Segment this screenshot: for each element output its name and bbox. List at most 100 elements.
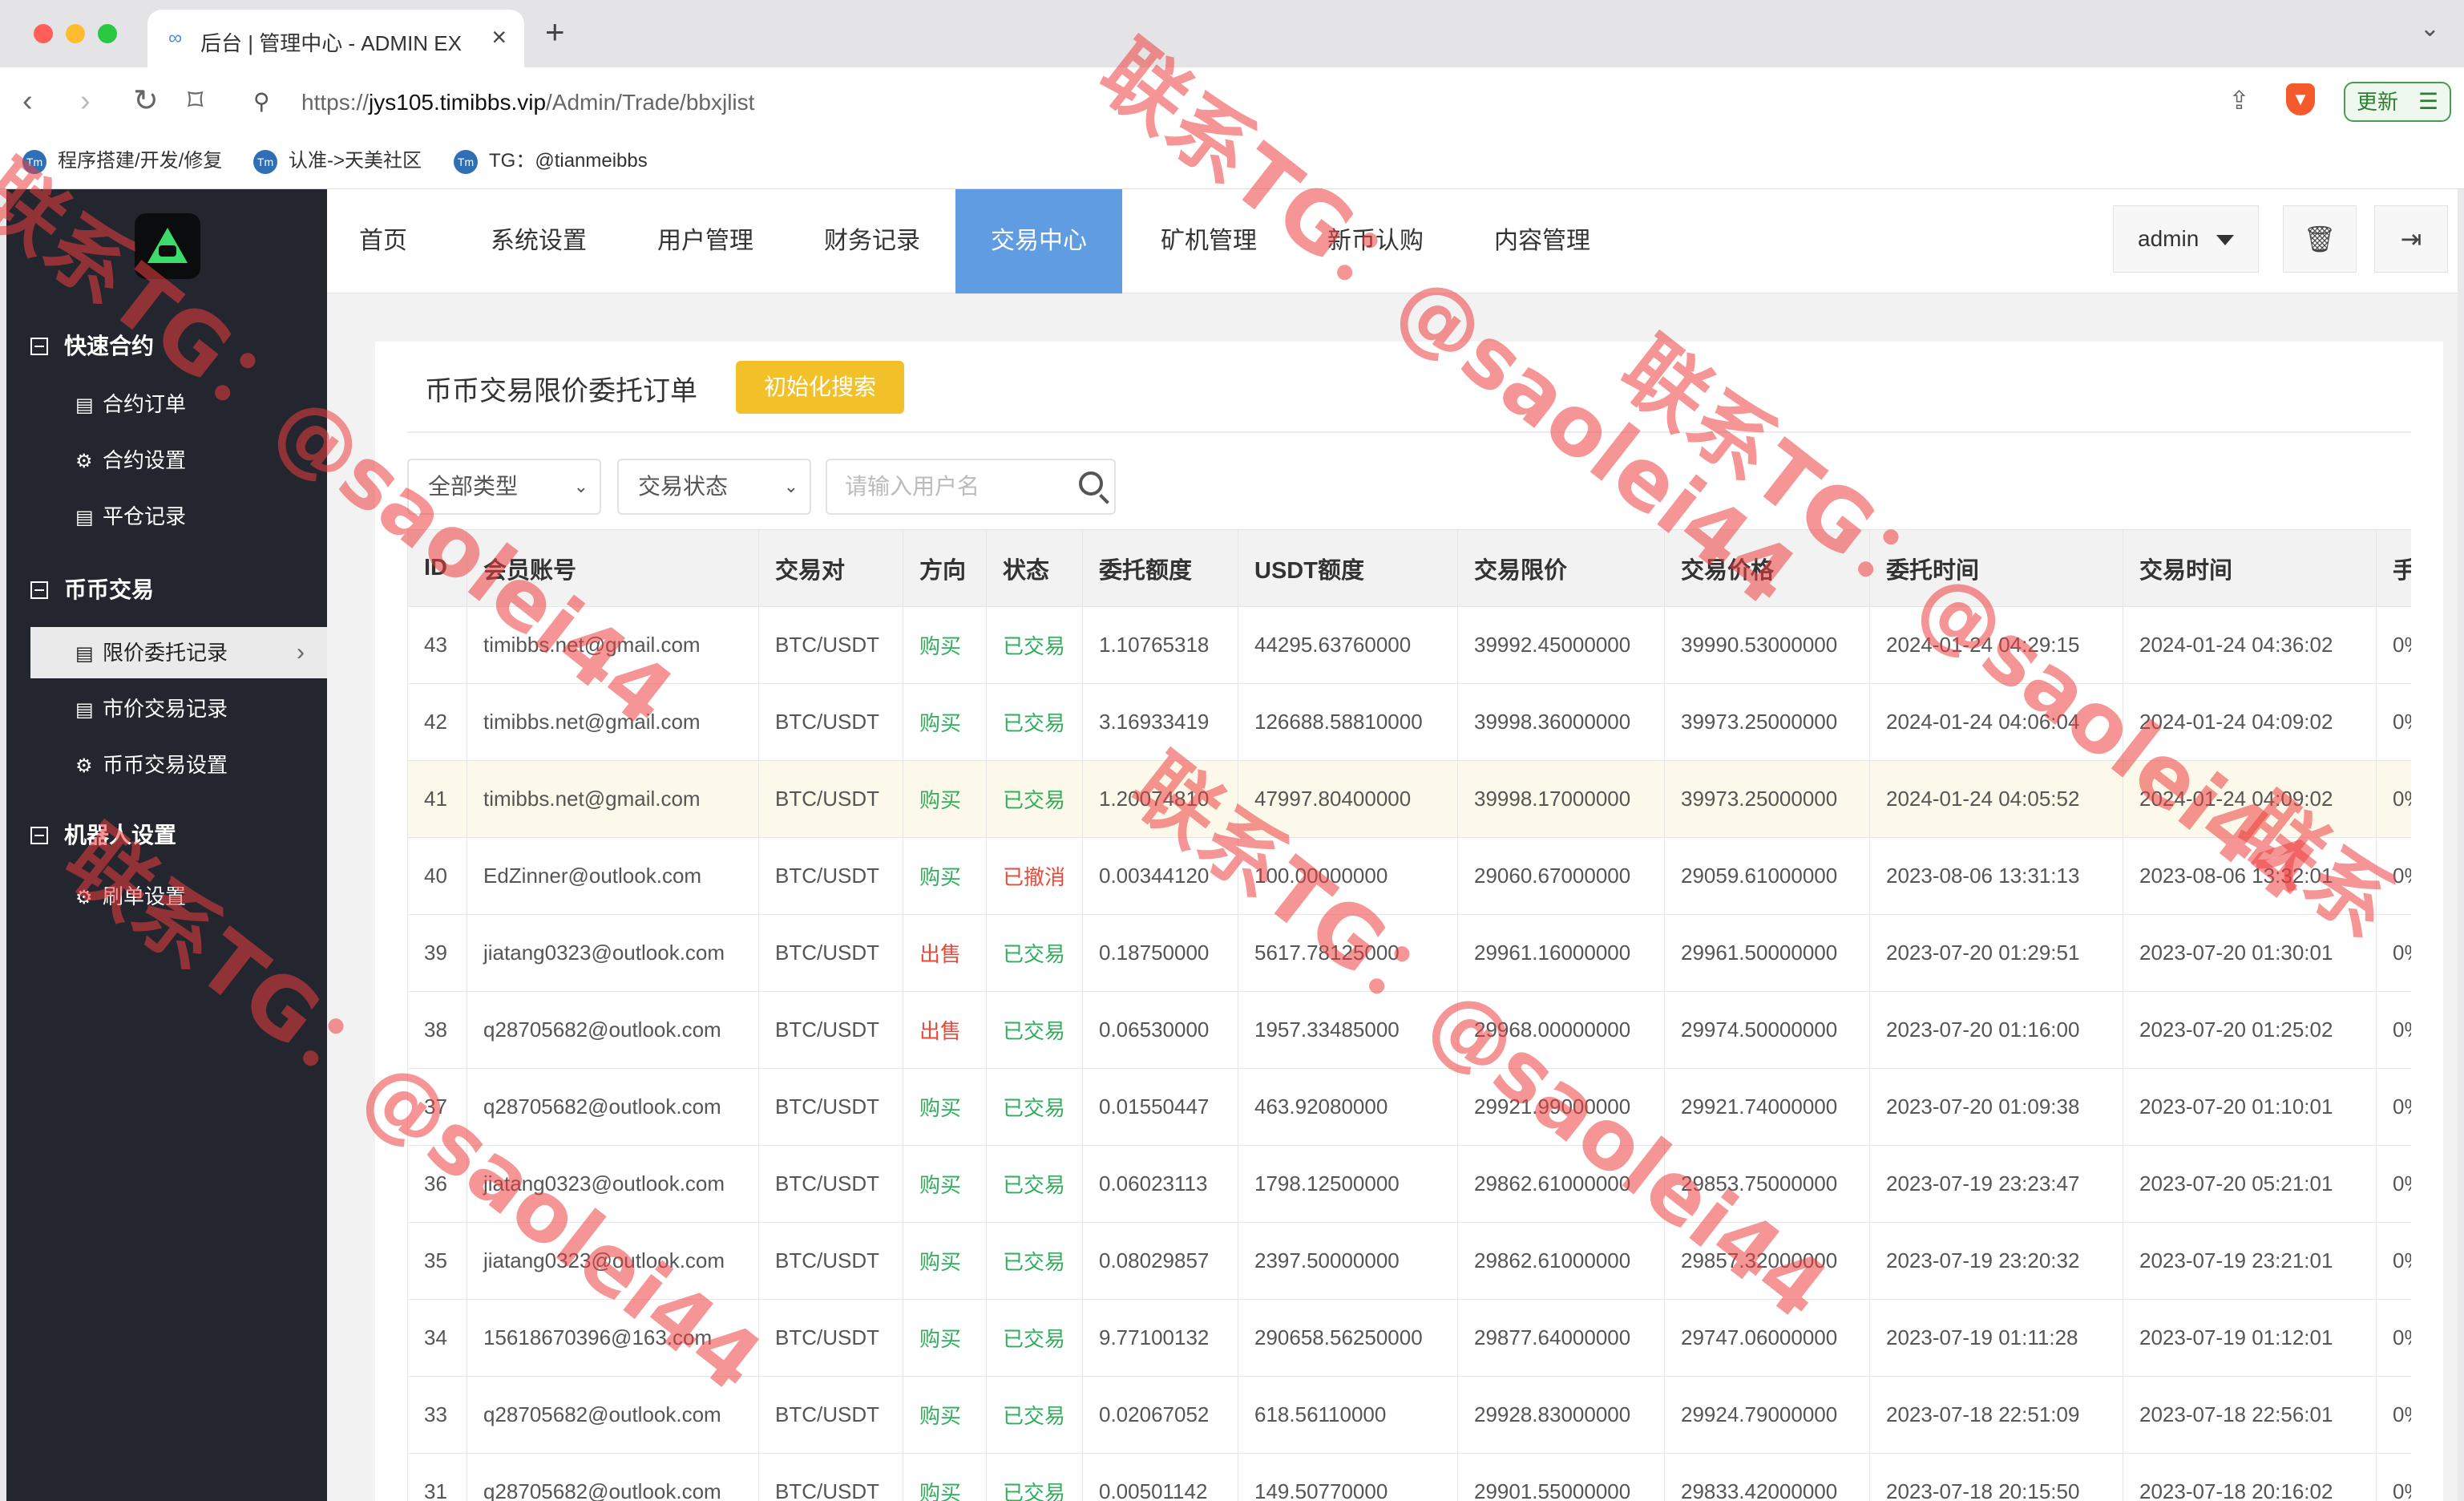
window-minimize-button[interactable]: [66, 24, 85, 43]
tab-title: 后台 | 管理中心 - ADMIN EX: [200, 31, 462, 55]
table-cell: 2023-07-20 01:16:00: [1869, 991, 2123, 1069]
browser-tab[interactable]: ∞ 后台 | 管理中心 - ADMIN EX ×: [147, 10, 524, 67]
table-cell: 2023-07-20 01:09:38: [1869, 1068, 2123, 1146]
bookmark-item[interactable]: Tm 程序搭建/开发/修复: [22, 148, 222, 175]
sidebar-group-spot[interactable]: 币币交易: [30, 572, 154, 605]
table-cell: 39990.53000000: [1664, 606, 1870, 684]
site-settings-icon[interactable]: ⚲: [253, 88, 270, 115]
table-row[interactable]: 33 q28705682@outlook.com BTC/USDT 购买 已交易 0.02…: [407, 1376, 2411, 1454]
table-cell: 0%: [2376, 1376, 2411, 1454]
clear-cache-button[interactable]: 🗑: [2283, 205, 2357, 273]
init-search-button[interactable]: 初始化搜索: [736, 361, 904, 414]
table-cell: 0.02067052: [1082, 1376, 1238, 1454]
tab-system-settings[interactable]: 系统设置: [463, 189, 614, 293]
table-cell: 15618670396@163.com: [467, 1299, 759, 1377]
sidebar-item-label: 市价交易记录: [103, 697, 228, 721]
back-icon[interactable]: ‹: [22, 83, 33, 119]
type-select[interactable]: 全部类型 ⌄: [407, 459, 601, 515]
logout-icon: ⇥: [2400, 225, 2422, 253]
logo[interactable]: [135, 213, 200, 279]
url-field[interactable]: https://jys105.timibbs.vip/Admin/Trade/b…: [301, 90, 754, 115]
brave-shield-icon[interactable]: ▼: [2286, 83, 2315, 115]
list-icon: ▤: [75, 643, 94, 665]
table-cell: 已交易: [986, 1376, 1083, 1454]
table-cell: 购买: [903, 837, 987, 915]
table-cell: 2024-01-24 04:09:02: [2123, 760, 2377, 838]
logout-button[interactable]: ⇥: [2374, 205, 2448, 273]
column-header: 交易限价: [1457, 529, 1665, 607]
table-row[interactable]: 35 jiatang0323@outlook.com BTC/USDT 购买 已交易 0.…: [407, 1222, 2411, 1300]
orders-table-container[interactable]: ID会员账号交易对方向状态委托额度USDT额度交易限价交易价格委托时间交易时间手…: [407, 529, 2411, 1501]
table-row[interactable]: 42 timibbs.net@gmail.com BTC/USDT 购买 已交易 3.16…: [407, 683, 2411, 761]
column-header: 交易对: [758, 529, 903, 607]
tab-trade-center[interactable]: 交易中心: [955, 189, 1122, 293]
forward-icon[interactable]: ›: [80, 83, 91, 119]
bookmark-item[interactable]: Tm TG：@tianmeibbs: [454, 148, 648, 175]
table-cell: 100.00000000: [1238, 837, 1458, 915]
table-cell: 购买: [903, 1376, 987, 1454]
table-cell: 29901.55000000: [1457, 1453, 1665, 1501]
sidebar-item-spot-settings[interactable]: ⚙ 币币交易设置: [30, 739, 327, 791]
new-tab-icon[interactable]: +: [545, 13, 565, 51]
table-cell: BTC/USDT: [758, 1222, 903, 1300]
column-header: 方向: [903, 529, 987, 607]
table-cell: 2023-07-19 23:23:47: [1869, 1145, 2123, 1223]
sidebar-item-market-orders[interactable]: ▤ 市价交易记录: [30, 683, 327, 734]
status-select[interactable]: 交易状态 ⌄: [617, 459, 811, 515]
tab-list-chevron-icon[interactable]: ⌄: [2420, 14, 2440, 42]
username-search-input[interactable]: [827, 460, 1068, 513]
table-row[interactable]: 41 timibbs.net@gmail.com BTC/USDT 购买 已交易 1.20…: [407, 760, 2411, 838]
tab-miner-management[interactable]: 矿机管理: [1133, 189, 1284, 293]
table-row[interactable]: 40 EdZinner@outlook.com BTC/USDT 购买 已撤消 0.003…: [407, 837, 2411, 915]
table-row[interactable]: 39 jiatang0323@outlook.com BTC/USDT 出售 已交易 0.…: [407, 914, 2411, 992]
trash-icon: 🗑: [2303, 225, 2337, 253]
tab-close-icon[interactable]: ×: [491, 22, 507, 52]
bookmark-label: TG：@tianmeibbs: [489, 150, 648, 172]
table-row[interactable]: 38 q28705682@outlook.com BTC/USDT 出售 已交易 0.06…: [407, 991, 2411, 1069]
table-cell: 购买: [903, 1145, 987, 1223]
user-menu[interactable]: admin: [2113, 205, 2259, 273]
table-cell: 购买: [903, 1299, 987, 1377]
table-row[interactable]: 31 q28705682@outlook.com BTC/USDT 购买 已交易 0.00…: [407, 1453, 2411, 1501]
sidebar-item-contract-orders[interactable]: ▤ 合约订单: [30, 378, 327, 430]
tab-home[interactable]: 首页: [327, 189, 439, 293]
sidebar-group-contract[interactable]: 快速合约: [30, 329, 154, 361]
bookmark-item[interactable]: Tm 认准->天美社区: [253, 148, 422, 175]
table-cell: 39973.25000000: [1664, 683, 1870, 761]
table-cell: 0.08029857: [1082, 1222, 1238, 1300]
table-cell: 29059.61000000: [1664, 837, 1870, 915]
table-row[interactable]: 36 jiatang0323@outlook.com BTC/USDT 购买 已交易 0.…: [407, 1145, 2411, 1223]
update-button[interactable]: 更新 ☰: [2344, 82, 2451, 122]
sidebar-group-robot[interactable]: 机器人设置: [30, 818, 176, 850]
page-title: 币币交易限价委托订单: [425, 376, 697, 407]
table-cell: 2023-07-19 01:11:28: [1869, 1299, 2123, 1377]
table-row[interactable]: 43 timibbs.net@gmail.com BTC/USDT 购买 已交易 1.10…: [407, 606, 2411, 684]
table-cell: 29968.00000000: [1457, 991, 1665, 1069]
table-cell: 0%: [2376, 1299, 2411, 1377]
table-cell: 29877.64000000: [1457, 1299, 1665, 1377]
tab-content-management[interactable]: 内容管理: [1467, 189, 1618, 293]
table-cell: 1.20074810: [1082, 760, 1238, 838]
window-zoom-button[interactable]: [98, 24, 117, 43]
table-row[interactable]: 37 q28705682@outlook.com BTC/USDT 购买 已交易 0.01…: [407, 1068, 2411, 1146]
window-close-button[interactable]: [34, 24, 53, 43]
sidebar-item-close-records[interactable]: ▤ 平仓记录: [30, 491, 327, 542]
table-cell: 39992.45000000: [1457, 606, 1665, 684]
chevron-down-icon: ⌄: [573, 476, 588, 496]
reload-icon[interactable]: ↻: [133, 83, 159, 119]
table-row[interactable]: 34 15618670396@163.com BTC/USDT 购买 已交易 9.7710…: [407, 1299, 2411, 1377]
sidebar-item-limit-orders[interactable]: ▤ 限价委托记录 ›: [30, 627, 327, 678]
bookmark-favicon-icon: Tm: [253, 149, 277, 174]
sidebar-item-contract-settings[interactable]: ⚙ 合约设置: [30, 435, 327, 486]
tab-finance-records[interactable]: 财务记录: [797, 189, 947, 293]
table-cell: 0%: [2376, 991, 2411, 1069]
bookmark-icon[interactable]: ⌑: [188, 83, 204, 119]
tab-new-coin-subscription[interactable]: 新币认购: [1300, 189, 1451, 293]
sidebar-item-bot-settings[interactable]: ⚙ 刷单设置: [30, 871, 327, 922]
tab-user-management[interactable]: 用户管理: [630, 189, 781, 293]
share-icon[interactable]: ⇪: [2228, 85, 2250, 115]
search-icon[interactable]: [1079, 471, 1103, 496]
address-bar: ‹ › ↻ ⌑ ⚲ https://jys105.timibbs.vip/Adm…: [0, 67, 2464, 136]
table-cell: 37: [407, 1068, 467, 1146]
table-cell: 已交易: [986, 1145, 1083, 1223]
